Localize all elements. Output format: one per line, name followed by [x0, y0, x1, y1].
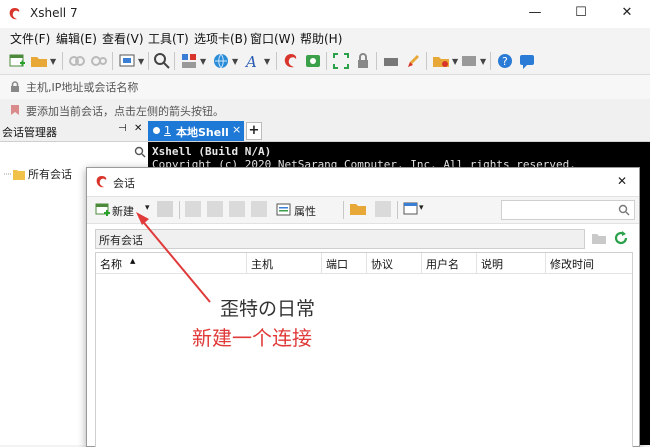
- annotation-caption: 新建一个连接: [192, 326, 312, 350]
- annotation-arrow: [136, 212, 211, 303]
- watermark-text: 歪特の日常: [220, 298, 316, 320]
